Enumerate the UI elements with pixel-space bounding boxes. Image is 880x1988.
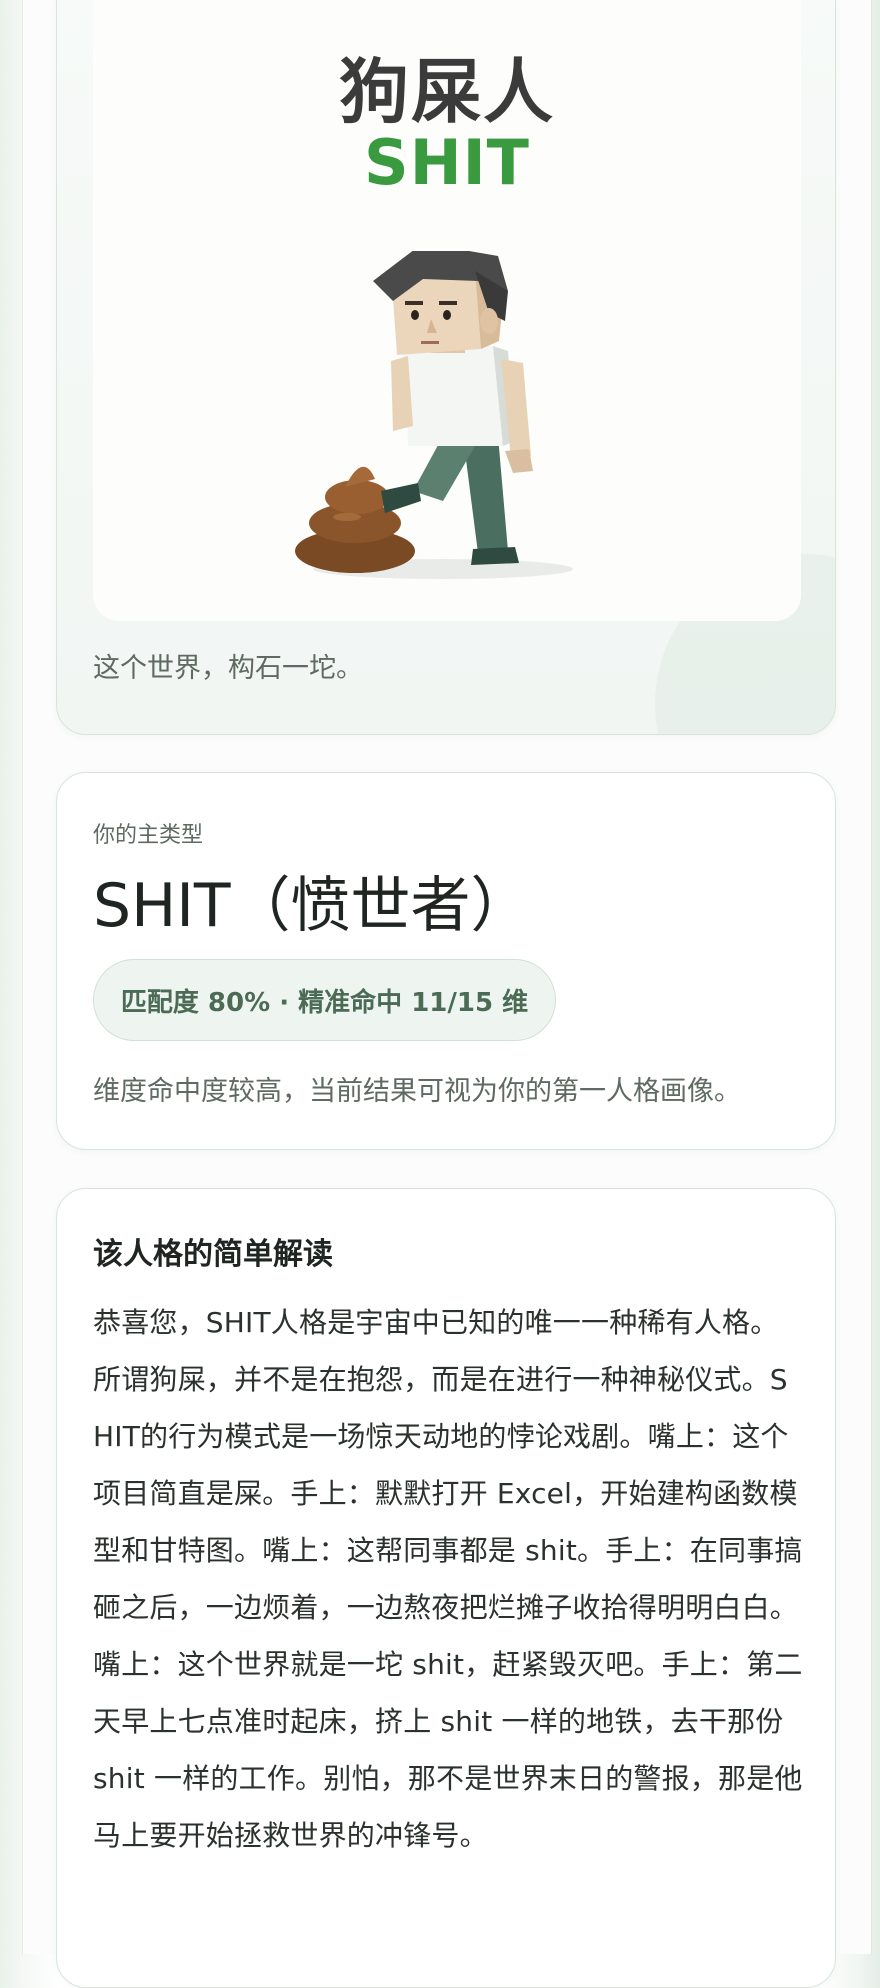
persona-poster-card: 狗屎人 SHIT 这个世界，构石一坨。 [56,0,836,735]
kicking-man-illustration [295,251,573,579]
match-score-text: 匹配度 80% · 精准命中 11/15 维 [120,987,529,1018]
main-type-card: 你的主类型 SHIT（愤世者） 匹配度 80% · 精准命中 11/15 维 维… [56,772,836,1150]
match-score-badge: 匹配度 80% · 精准命中 11/15 维 [93,959,556,1041]
main-type-title: SHIT（愤世者） [93,871,531,941]
reading-heading: 该人格的简单解读 [93,1237,333,1272]
persona-poster-image: 狗屎人 SHIT [93,0,801,621]
poster-caption: 这个世界，构石一坨。 [93,653,363,684]
reading-body: 恭喜您，SHIT人格是宇宙中已知的唯一一种稀有人格。所谓狗屎，并不是在抱怨，而是… [93,1306,803,1852]
poster-title-en: SHIT [364,126,530,199]
poster-title-cn: 狗屎人 [339,51,555,133]
main-type-label: 你的主类型 [93,823,204,848]
main-type-note: 维度命中度较高，当前结果可视为你的第一人格画像。 [93,1076,741,1107]
persona-reading-card: 该人格的简单解读 恭喜您，SHIT人格是宇宙中已知的唯一一种稀有人格。所谓狗屎，… [56,1188,836,1988]
poop-icon [295,466,415,573]
